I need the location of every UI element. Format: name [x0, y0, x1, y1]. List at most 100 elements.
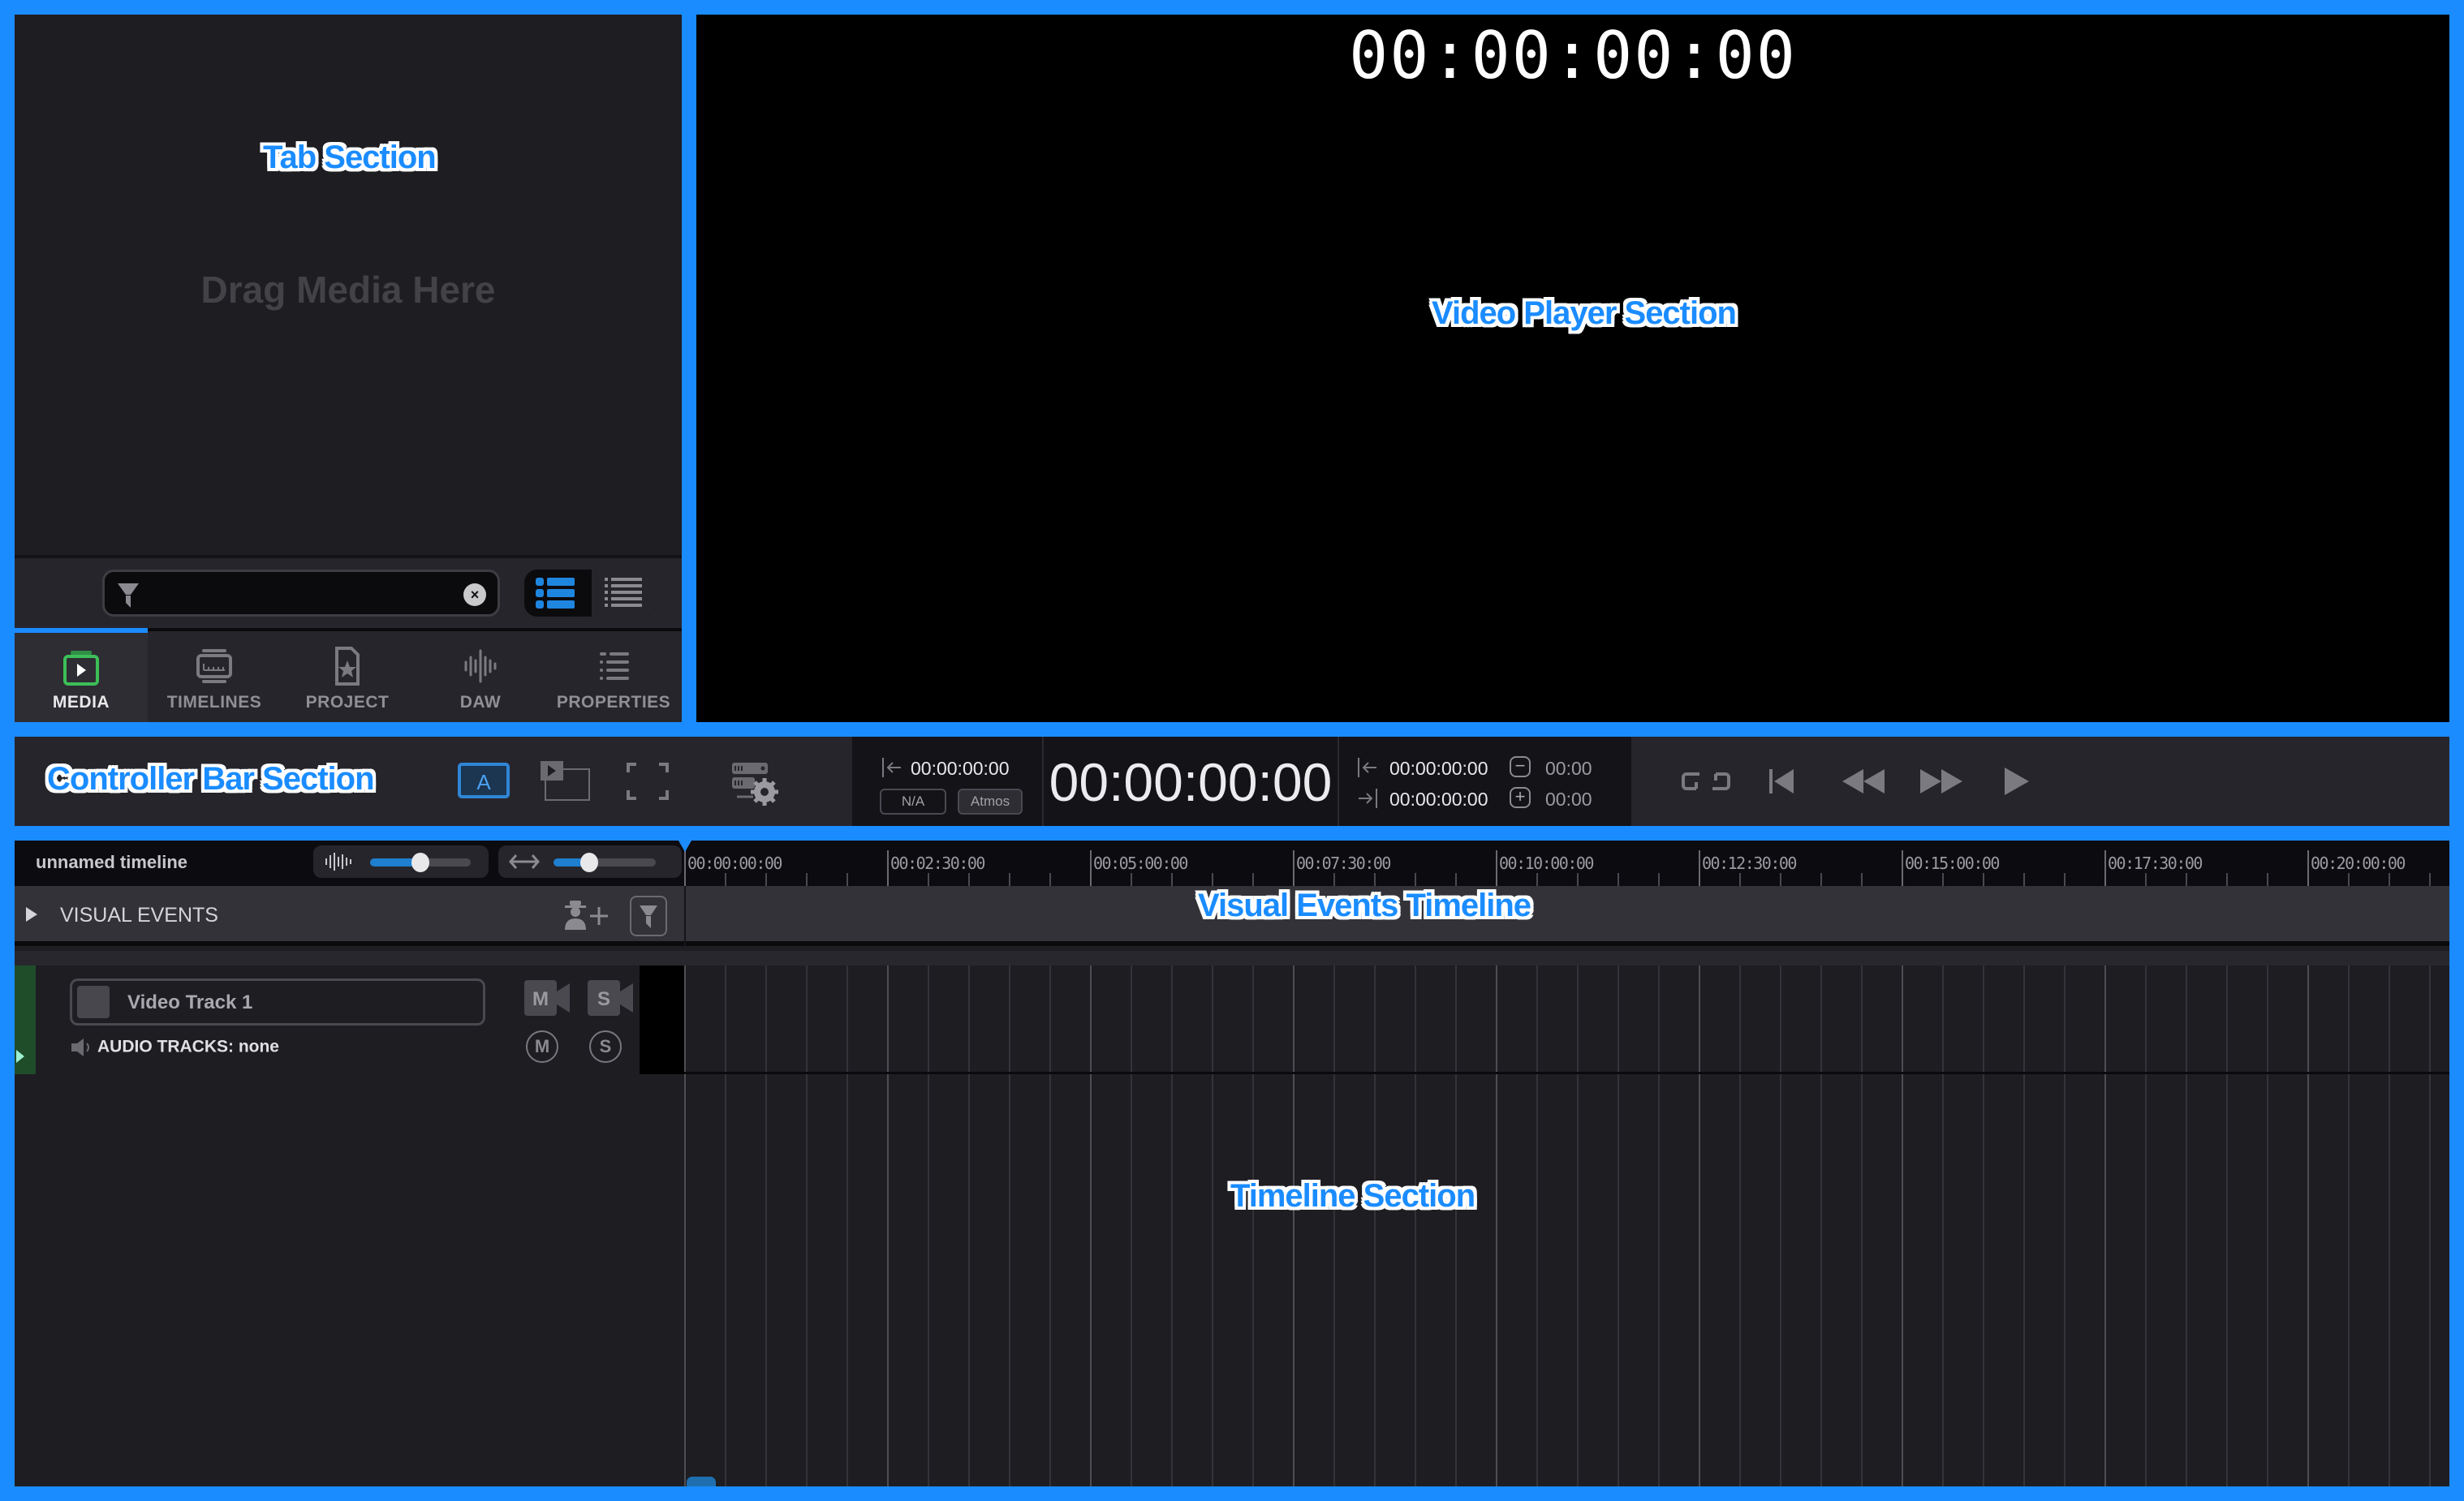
auto-button[interactable]: A [458, 761, 510, 802]
ruler-minor-tick [2267, 873, 2268, 886]
expand-visual-events-toggle[interactable] [26, 907, 37, 922]
compact-list-view-button[interactable] [590, 570, 656, 617]
video-solo-button[interactable]: S [588, 980, 633, 1016]
timeline-ruler[interactable]: 00:00:00:00 00:02:30:00 00:05:00:00 00:07:3… [684, 841, 2449, 886]
server-settings-icon [732, 763, 778, 806]
ruler-tick-label: 00:20:00:00 [2311, 854, 2406, 873]
ruler-minor-tick [806, 873, 808, 886]
ruler-minor-tick [2389, 873, 2390, 886]
format-na-button[interactable]: N/A [880, 789, 946, 815]
tab-properties[interactable]: PROPERTIES [547, 631, 680, 722]
marks-panel: 00:00:00:00 − 00:00 00:00:00:00 + 00:00 [1338, 737, 1631, 826]
ruler-minor-tick [1171, 873, 1173, 886]
ruler-minor-tick [928, 873, 929, 886]
ruler-tick-label: 00:00:00:00 [687, 854, 782, 873]
grouped-list-icon [536, 578, 575, 609]
ruler-major-tick [684, 850, 686, 886]
audio-solo-button[interactable]: S [589, 1030, 622, 1063]
offset-plus-button[interactable]: + [1510, 787, 1531, 808]
format-atmos-button[interactable]: Atmos [958, 789, 1023, 815]
search-input[interactable]: × [102, 570, 500, 617]
svg-text:M: M [532, 988, 549, 1010]
grouped-list-view-button[interactable] [524, 570, 590, 617]
picture-in-picture-button[interactable] [541, 761, 592, 802]
clear-search-button[interactable]: × [463, 583, 486, 606]
tab-label: DAW [459, 693, 502, 712]
horizontal-zoom-thumb[interactable] [580, 853, 598, 872]
horizontal-resize-icon [509, 854, 540, 869]
ruler-minor-tick [1577, 873, 1579, 886]
tab-label: MEDIA [52, 693, 110, 712]
ruler-major-tick [887, 850, 889, 886]
rewind-button[interactable] [1839, 761, 1888, 802]
fullscreen-button[interactable] [627, 761, 669, 802]
offset-minus-button[interactable]: − [1510, 756, 1531, 777]
horizontal-scrollbar-thumb[interactable] [687, 1477, 716, 1486]
audio-zoom-slider[interactable] [370, 853, 471, 872]
mark-in-timecode: 00:00:00:00 [1389, 758, 1488, 779]
track-spacer [15, 951, 2449, 966]
rewind-icon [1842, 769, 1885, 794]
horizontal-zoom-control [498, 845, 682, 878]
audio-mute-button[interactable]: M [526, 1030, 558, 1063]
ruler-minor-tick [1536, 873, 1538, 886]
video-mute-button[interactable]: M [524, 980, 570, 1016]
visual-events-filter-button[interactable] [630, 896, 667, 936]
horizontal-zoom-slider[interactable] [554, 853, 656, 872]
track-header: Video Track 1 AUDIO TRACKS: none M S M S [36, 966, 653, 1074]
video-player[interactable]: 00:00:00:00 Video Player Section [696, 15, 2449, 722]
ruler-tick-label: 00:02:30:00 [890, 854, 985, 873]
fast-forward-button[interactable] [1917, 761, 1966, 802]
audio-zoom-thumb[interactable] [411, 853, 429, 872]
ruler-tick-label: 00:07:30:00 [1296, 854, 1391, 873]
ruler-major-tick [1090, 850, 1092, 886]
offset-plus-value: 00:00 [1545, 789, 1592, 810]
audio-tracks-label: AUDIO TRACKS: none [70, 1037, 279, 1058]
ruler-tick-label: 00:15:00:00 [1905, 854, 2000, 873]
go-to-start-button[interactable] [1766, 761, 1798, 802]
annotation-controller-bar-section: Controller Bar Section [47, 761, 375, 797]
fast-forward-icon [1920, 769, 1962, 794]
visual-events-label: VISUAL EVENTS [60, 904, 218, 927]
play-button[interactable] [2000, 761, 2032, 802]
ruler-tick-label: 00:05:00:00 [1093, 854, 1188, 873]
track-thumbnail [77, 986, 110, 1018]
ruler-minor-tick [1658, 873, 1660, 886]
tab-media[interactable]: MEDIA [15, 628, 148, 722]
visual-events-row: VISUAL EVENTS Visual Events Timeline [15, 886, 2449, 946]
server-settings-button[interactable] [730, 761, 779, 806]
ruler-minor-tick [1009, 873, 1010, 886]
ruler-minor-tick [1861, 873, 1863, 886]
ruler-minor-tick [1618, 873, 1619, 886]
ruler-minor-tick [1455, 873, 1457, 886]
loop-icon [1682, 772, 1730, 790]
tab-label: PROPERTIES [556, 693, 671, 712]
ruler-minor-tick [1415, 873, 1416, 886]
mark-out-timecode: 00:00:00:00 [1389, 789, 1488, 810]
picture-in-picture-icon [541, 761, 590, 801]
track-expand-toggle[interactable] [16, 1050, 24, 1063]
add-person-icon[interactable] [562, 897, 614, 933]
compact-list-icon [605, 578, 642, 607]
fullscreen-icon [627, 763, 669, 800]
tab-daw[interactable]: DAW [414, 631, 547, 722]
tab-section: Tab Section Drag Media Here × MEDIA TIME… [15, 15, 682, 722]
ruler-major-tick [1293, 850, 1294, 886]
video-track-row: Video Track 1 AUDIO TRACKS: none M S M S [15, 966, 2449, 1074]
tab-project[interactable]: PROJECT [281, 631, 414, 722]
tab-timelines[interactable]: TIMELINES [148, 631, 281, 722]
ruler-minor-tick [1374, 873, 1376, 886]
ruler-minor-tick [2348, 873, 2350, 886]
playhead-marker[interactable] [678, 841, 691, 852]
ruler-minor-tick [2186, 873, 2187, 886]
ruler-minor-tick [1333, 873, 1335, 886]
source-timecode-panel: 00:00:00:00 N/A Atmos [852, 737, 1042, 826]
loop-button[interactable] [1680, 761, 1732, 802]
ruler-minor-tick [2064, 873, 2066, 886]
ruler-minor-tick [725, 873, 726, 886]
tab-label: TIMELINES [166, 693, 262, 712]
track-name-field[interactable]: Video Track 1 [70, 978, 485, 1026]
ruler-major-tick [2307, 850, 2309, 886]
ruler-minor-tick [2145, 873, 2147, 886]
timeline-name[interactable]: unnamed timeline [36, 852, 187, 873]
